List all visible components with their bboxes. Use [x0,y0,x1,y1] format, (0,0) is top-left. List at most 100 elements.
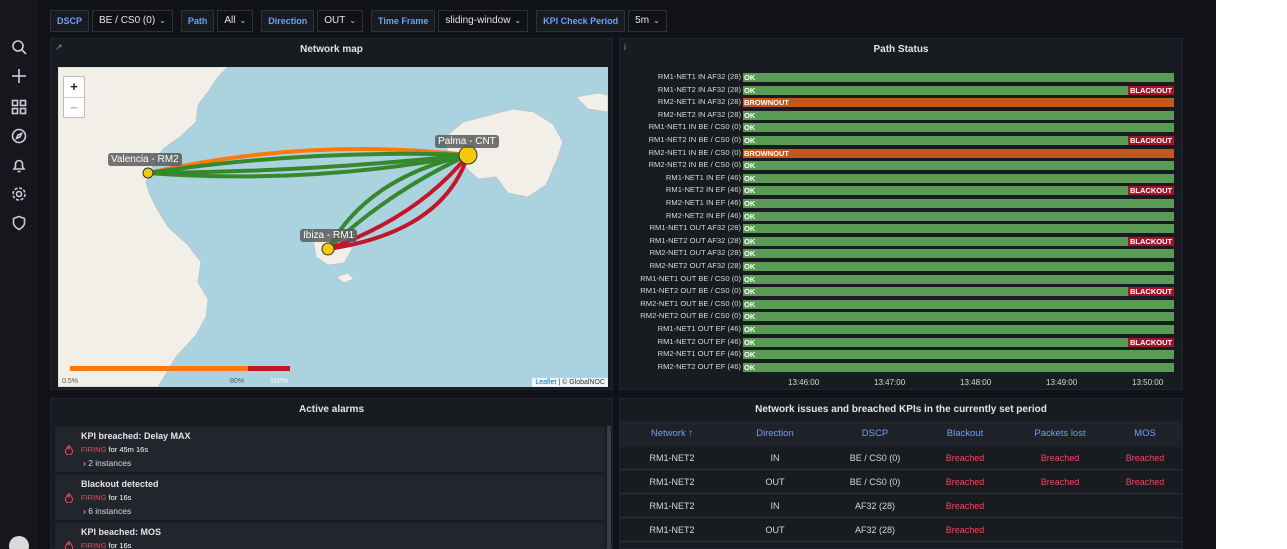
zoom-in-button[interactable]: + [64,77,84,97]
path-status-bar[interactable]: OK [743,211,1174,221]
path-status-bar[interactable]: OK BLACKOUT [743,337,1174,347]
zoom-out-button[interactable]: − [64,97,84,117]
path-variable: Path All ⌄ [180,10,254,32]
path-status-bar[interactable]: OK BLACKOUT [743,287,1174,297]
direction-select[interactable]: OUT ⌄ [317,10,364,32]
table-cell: RM1-NET2 [649,501,695,511]
side-menu [0,0,38,549]
node-label-valencia: Valencia - RM2 [108,153,182,166]
alerting-bell-icon[interactable] [10,156,28,174]
firing-badge: FIRING [81,493,107,502]
table-cell: BE / CS0 (0) [849,477,901,487]
alarm-item[interactable]: KPI beached: MOS FIRING for 16s [55,523,605,549]
table-cell: OUT [765,525,785,535]
table-row-divider [620,517,1182,518]
table-cell: AF32 (28) [854,525,896,535]
path-state-text: OK [744,287,756,297]
path-status-bar[interactable]: OK BLACKOUT [743,236,1174,246]
zoom-control: + − [63,76,85,118]
node-valencia[interactable] [142,167,154,179]
path-status-bar[interactable]: BROWNOUT [743,148,1174,158]
user-avatar[interactable] [9,536,29,549]
table-row-divider [620,493,1182,494]
menorca-island [575,92,608,113]
path-status-bar[interactable]: OK [743,110,1174,120]
dashboards-icon[interactable] [10,98,28,116]
plus-icon[interactable] [10,67,28,85]
alarm-state: FIRING for 16s [81,541,131,549]
node-ibiza[interactable] [321,242,335,256]
path-status-bar[interactable]: OK [743,362,1174,372]
alarm-state: FIRING for 16s [81,493,131,502]
alarm-instances-toggle[interactable]: › 2 instances [83,458,131,468]
path-status-bar[interactable]: OK [743,224,1174,234]
search-icon[interactable] [10,38,28,56]
explore-compass-icon[interactable] [10,127,28,145]
table-cell: RM1-NET2 [649,525,695,535]
map-canvas[interactable]: + − Valencia - RM2 Palma - CNT Ibiza - R… [58,67,608,387]
path-state-text: OK [744,350,756,360]
path-row-label: RM2-NET1 OUT AF32 (28) [649,248,741,258]
path-state-text: OK [744,211,756,221]
path-select[interactable]: All ⌄ [217,10,254,32]
dscp-select[interactable]: BE / CS0 (0) ⌄ [92,10,173,32]
path-status-bar[interactable]: OK [743,173,1174,183]
column-header[interactable]: Packets lost [1010,428,1110,439]
path-status-bar[interactable]: OK [743,161,1174,171]
table-cell: Breached [1040,477,1080,487]
time-tick: 13:48:00 [960,378,992,387]
path-state-text: OK [744,262,756,271]
alarm-item[interactable]: KPI breached: Delay MAX FIRING for 45m 1… [55,427,605,472]
path-state-text: OK [744,249,756,259]
kpi-check-period-select[interactable]: 5m ⌄ [628,10,667,32]
path-state-text: OK [744,110,756,120]
path-row-label: RM2-NET1 OUT EF (46) [657,349,741,359]
column-header[interactable]: Direction [735,428,815,439]
dashboard-app: DSCP BE / CS0 (0) ⌄ Path All ⌄ Direction O… [0,0,1216,549]
path-status-bar[interactable]: OK BLACKOUT [743,186,1174,196]
path-state-text: BROWNOUT [744,98,789,108]
legend-max: 100% [270,378,288,385]
path-status-bar[interactable]: OK [743,350,1174,360]
map-layer [58,67,608,387]
path-state-text: OK [744,136,756,145]
alarm-duration: for 16s [106,541,132,549]
path-status-bar[interactable]: OK [743,312,1174,322]
path-row-label: RM2-NET1 IN AF32 (28) [657,97,741,107]
column-header[interactable]: MOS [1115,428,1175,439]
alarms-scrollbar[interactable] [607,426,611,549]
time-frame-select[interactable]: sliding-window ⌄ [438,10,529,32]
column-header[interactable]: Network ↑ [627,428,717,439]
path-status-bar[interactable]: OK [743,123,1174,133]
alarm-instances-toggle[interactable]: › 6 instances [83,506,131,516]
path-status-bar[interactable]: OK [743,73,1174,82]
alarm-item[interactable]: Blackout detected FIRING for 16s › 6 ins… [55,475,605,520]
panel-title: Network map [300,44,363,55]
path-status-bar[interactable]: OK [743,199,1174,208]
node-palma[interactable] [458,145,478,165]
table-cell: Breached [945,453,985,463]
path-status-bar[interactable]: OK [743,274,1174,284]
path-row-label: RM1-NET1 IN EF (46) [665,172,741,182]
column-header[interactable]: Blackout [920,428,1010,439]
settings-gear-icon[interactable] [10,185,28,203]
path-status-bar[interactable]: OK [743,299,1174,309]
path-status-bar[interactable]: OK [743,325,1174,334]
path-status-bar[interactable]: OK [743,262,1174,271]
table-cell: Breached [945,525,985,535]
shield-icon[interactable] [10,214,28,232]
path-status-bar[interactable]: OK [743,249,1174,259]
variable-label: Direction [261,10,315,32]
path-state-text: OK [744,173,756,183]
table-cell: BE / CS0 (0) [849,453,901,463]
time-tick: 13:46:00 [788,378,820,387]
path-state-text: OK [744,85,756,95]
path-status-bar[interactable]: OK BLACKOUT [743,85,1174,95]
column-header[interactable]: DSCP [825,428,925,439]
kpi-check-period-variable: KPI Check Period 5m ⌄ [536,10,667,32]
leaflet-link[interactable]: Leaflet [535,379,556,386]
table-cell: RM1-NET2 [649,453,695,463]
table-cell: OUT [765,477,785,487]
path-status-bar[interactable]: BROWNOUT [743,98,1174,108]
path-status-bar[interactable]: OK BLACKOUT [743,136,1174,145]
